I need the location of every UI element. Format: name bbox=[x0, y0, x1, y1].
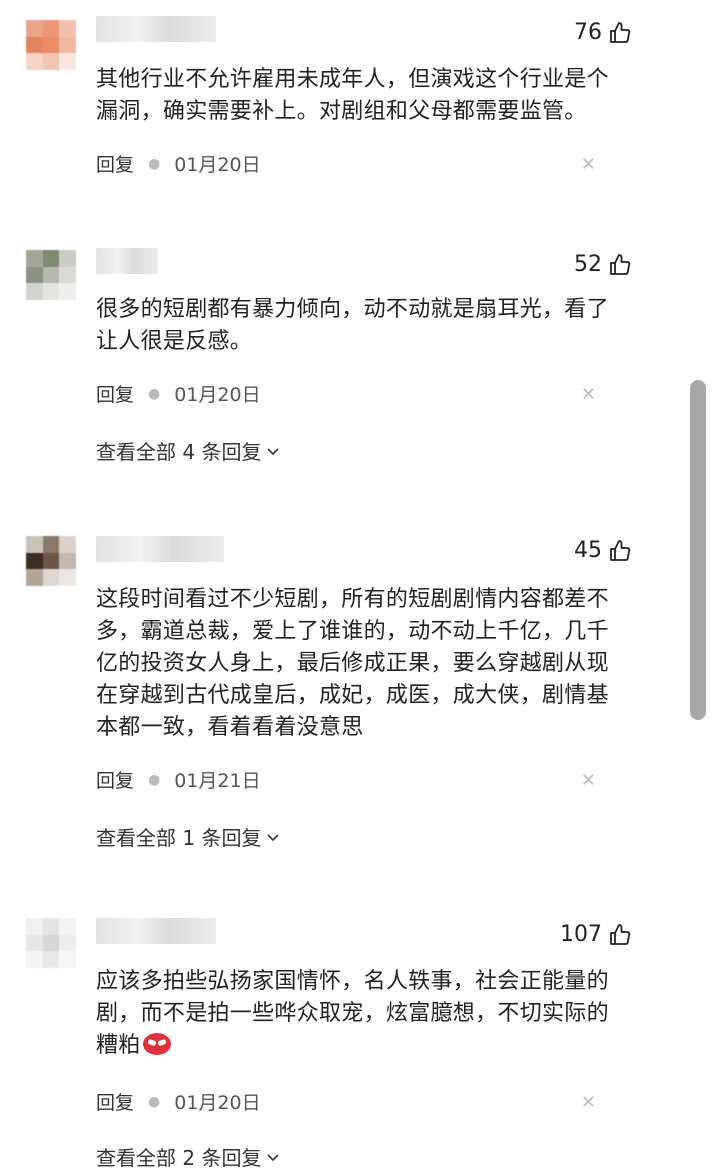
comment-meta: 回复 ● 01月20日 bbox=[96, 150, 261, 177]
scrollbar-thumb[interactable] bbox=[690, 380, 706, 720]
avatar[interactable] bbox=[26, 536, 76, 586]
avatar[interactable] bbox=[26, 918, 76, 968]
thumbs-up-icon[interactable] bbox=[608, 21, 632, 45]
view-all-replies-link[interactable]: 查看全部 1 条回复 bbox=[96, 822, 281, 851]
comment-item: 52 很多的短剧都有暴力倾向，动不动就是扇耳光，看了 让人很是反感。 回复 ● … bbox=[0, 230, 680, 510]
comment-item: 45 这段时间看过不少短剧，所有的短剧剧情内容都差不 多，霸道总裁，爱上了谁谁的… bbox=[0, 516, 680, 896]
comment-line: 其他行业不允许雇用未成年人，但演戏这个行业是个 bbox=[96, 67, 609, 92]
scrollbar-track[interactable] bbox=[686, 0, 720, 1159]
close-icon[interactable]: ✕ bbox=[581, 770, 596, 791]
comment-meta: 回复 ● 01月21日 bbox=[96, 766, 261, 793]
like-count[interactable]: 52 bbox=[574, 252, 632, 277]
like-count-value: 45 bbox=[574, 538, 602, 563]
like-count-value: 76 bbox=[574, 20, 602, 45]
comment-line: 剧，而不是拍一些哗众取宠，炫富臆想，不切实际的 bbox=[96, 1001, 609, 1026]
username-blurred[interactable] bbox=[96, 918, 216, 944]
close-icon[interactable]: ✕ bbox=[581, 1092, 596, 1113]
chevron-down-icon bbox=[267, 1153, 280, 1161]
comment-item: 107 应该多拍些弘扬家国情怀，名人轶事，社会正能量的 剧，而不是拍一些哗众取宠… bbox=[0, 900, 680, 1170]
avatar[interactable] bbox=[26, 250, 76, 300]
separator-dot: ● bbox=[148, 385, 161, 402]
comment-text: 其他行业不允许雇用未成年人，但演戏这个行业是个 漏洞，确实需要补上。对剧组和父母… bbox=[96, 64, 636, 128]
thumbs-up-icon[interactable] bbox=[608, 539, 632, 563]
comment-item: 76 其他行业不允许雇用未成年人，但演戏这个行业是个 漏洞，确实需要补上。对剧组… bbox=[0, 0, 680, 210]
comment-text: 应该多拍些弘扬家国情怀，名人轶事，社会正能量的 剧，而不是拍一些哗众取宠，炫富臆… bbox=[96, 966, 636, 1062]
reply-button[interactable]: 回复 bbox=[96, 150, 134, 177]
comment-line-text: 糟粕 bbox=[96, 1033, 141, 1058]
view-replies-label: 查看全部 1 条回复 bbox=[96, 826, 262, 850]
view-replies-label: 查看全部 2 条回复 bbox=[96, 1146, 262, 1170]
chevron-down-icon bbox=[267, 833, 280, 841]
comment-text: 很多的短剧都有暴力倾向，动不动就是扇耳光，看了 让人很是反感。 bbox=[96, 294, 636, 358]
separator-dot: ● bbox=[148, 155, 161, 172]
close-icon[interactable]: ✕ bbox=[581, 384, 596, 405]
comment-line: 在穿越到古代成皇后，成妃，成医，成大侠，剧情基 bbox=[96, 683, 609, 708]
like-count[interactable]: 76 bbox=[574, 20, 632, 45]
comment-line: 糟粕 bbox=[96, 1030, 636, 1062]
chevron-down-icon bbox=[267, 447, 280, 455]
like-count-value: 52 bbox=[574, 252, 602, 277]
like-count[interactable]: 45 bbox=[574, 538, 632, 563]
comment-meta: 回复 ● 01月20日 bbox=[96, 380, 261, 407]
comment-meta: 回复 ● 01月20日 bbox=[96, 1088, 261, 1115]
comment-line: 让人很是反感。 bbox=[96, 329, 253, 354]
reply-button[interactable]: 回复 bbox=[96, 380, 134, 407]
view-all-replies-link[interactable]: 查看全部 2 条回复 bbox=[96, 1142, 281, 1171]
like-count[interactable]: 107 bbox=[560, 922, 632, 947]
username-blurred[interactable] bbox=[96, 536, 224, 562]
comment-date: 01月20日 bbox=[174, 154, 261, 176]
close-icon[interactable]: ✕ bbox=[581, 154, 596, 175]
avatar[interactable] bbox=[26, 20, 76, 70]
separator-dot: ● bbox=[148, 1093, 161, 1110]
reply-button[interactable]: 回复 bbox=[96, 766, 134, 793]
view-replies-label: 查看全部 4 条回复 bbox=[96, 440, 262, 464]
comment-line: 本都一致，看着看着没意思 bbox=[96, 715, 364, 740]
comment-line: 很多的短剧都有暴力倾向，动不动就是扇耳光，看了 bbox=[96, 297, 609, 322]
comment-date: 01月21日 bbox=[174, 770, 261, 792]
reply-button[interactable]: 回复 bbox=[96, 1088, 134, 1115]
comment-line: 亿的投资女人身上，最后修成正果，要么穿越剧从现 bbox=[96, 651, 609, 676]
comment-date: 01月20日 bbox=[174, 384, 261, 406]
separator-dot: ● bbox=[148, 771, 161, 788]
username-blurred[interactable] bbox=[96, 248, 158, 274]
comment-text: 这段时间看过不少短剧，所有的短剧剧情内容都差不 多，霸道总裁，爱上了谁谁的，动不… bbox=[96, 584, 636, 744]
comment-date: 01月20日 bbox=[174, 1092, 261, 1114]
comment-line: 漏洞，确实需要补上。对剧组和父母都需要监管。 bbox=[96, 99, 587, 124]
comment-line: 应该多拍些弘扬家国情怀，名人轶事，社会正能量的 bbox=[96, 969, 609, 994]
thumbs-up-icon[interactable] bbox=[608, 923, 632, 947]
comment-line: 多，霸道总裁，爱上了谁谁的，动不动上千亿，几千 bbox=[96, 619, 609, 644]
comment-line: 这段时间看过不少短剧，所有的短剧剧情内容都差不 bbox=[96, 587, 609, 612]
thumbs-up-icon[interactable] bbox=[608, 253, 632, 277]
like-count-value: 107 bbox=[560, 922, 602, 947]
username-blurred[interactable] bbox=[96, 16, 216, 42]
angry-face-emoji-icon bbox=[142, 1033, 171, 1055]
view-all-replies-link[interactable]: 查看全部 4 条回复 bbox=[96, 436, 281, 465]
